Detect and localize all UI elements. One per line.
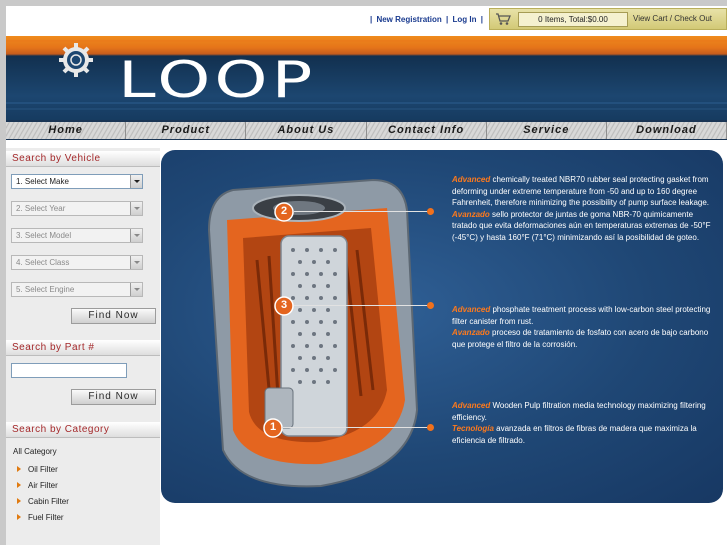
- arrow-right-icon: [17, 482, 21, 488]
- leader-dot: [427, 424, 434, 431]
- leader-dot: [427, 208, 434, 215]
- leader-line: [283, 427, 430, 428]
- highlight-term: Advanced: [452, 305, 491, 314]
- nav-about-us[interactable]: About Us: [246, 122, 367, 139]
- callout-number: 2: [280, 205, 288, 217]
- vehicle-search-heading: Search by Vehicle: [6, 151, 160, 167]
- select-engine-label: 5. Select Engine: [16, 285, 75, 294]
- chevron-down-icon[interactable]: [130, 229, 142, 242]
- highlight-term: Avanzado: [452, 209, 490, 219]
- category-oil-filter[interactable]: Oil Filter: [17, 465, 58, 474]
- highlight-term: Tecnología: [452, 424, 494, 433]
- nav-home[interactable]: Home: [6, 122, 127, 139]
- category-air-filter[interactable]: Air Filter: [17, 481, 58, 490]
- find-now-part-button[interactable]: Find Now: [71, 389, 156, 405]
- nav-contact-info[interactable]: Contact Info: [366, 122, 487, 139]
- callout-body-en: Wooden Pulp filtration media technology …: [452, 401, 706, 422]
- select-make-label: 1. Select Make: [16, 177, 69, 186]
- category-search-heading: Search by Category: [6, 422, 160, 438]
- select-make[interactable]: 1. Select Make: [11, 174, 143, 189]
- find-now-vehicle-button[interactable]: Find Now: [71, 308, 156, 324]
- highlight-term: Avanzado: [452, 328, 490, 337]
- leader-line: [294, 211, 430, 212]
- chevron-down-icon[interactable]: [130, 256, 142, 269]
- callout-text-media: Advanced Wooden Pulp filtration media te…: [452, 400, 712, 446]
- part-search-heading: Search by Part #: [6, 340, 160, 356]
- callout-body-en: phosphate treatment process with low-car…: [452, 305, 711, 326]
- arrow-right-icon: [17, 466, 21, 472]
- select-engine[interactable]: 5. Select Engine: [11, 282, 143, 297]
- part-number-input[interactable]: [11, 363, 127, 378]
- gear-logo-icon: [59, 43, 93, 77]
- select-class[interactable]: 4. Select Class: [11, 255, 143, 270]
- category-label: Air Filter: [28, 481, 58, 490]
- callout-number: 1: [269, 421, 277, 433]
- nav-product[interactable]: Product: [126, 122, 247, 139]
- chevron-down-icon[interactable]: [130, 175, 142, 188]
- select-year[interactable]: 2. Select Year: [11, 201, 143, 216]
- arrow-right-icon: [17, 498, 21, 504]
- callout-body-es: proceso de tratamiento de fosfato con ac…: [452, 328, 709, 349]
- callout-body-en: chemically treated NBR70 rubber seal pro…: [452, 175, 710, 207]
- header-banner: LOOP: [6, 36, 727, 120]
- arrow-right-icon: [17, 514, 21, 520]
- nav-service[interactable]: Service: [486, 122, 607, 139]
- callout-text-canister: Advanced phosphate treatment process wit…: [452, 304, 712, 350]
- cart-summary: 0 Items, Total:$0.00: [518, 12, 628, 27]
- callout-text-seal: Advanced chemically treated NBR70 rubber…: [452, 174, 712, 243]
- callout-body-es: sello protector de juntas de goma NBR-70…: [452, 209, 711, 242]
- select-year-label: 2. Select Year: [16, 204, 66, 213]
- sidebar: Search by Vehicle 1. Select Make 2. Sele…: [6, 148, 160, 545]
- all-category-link[interactable]: All Category: [13, 447, 57, 456]
- select-model[interactable]: 3. Select Model: [11, 228, 143, 243]
- account-links: | New Registration | Log In |: [369, 15, 483, 24]
- content-footer-space: [160, 520, 727, 545]
- leader-dot: [427, 302, 434, 309]
- highlight-term: Advanced: [452, 175, 491, 184]
- category-fuel-filter[interactable]: Fuel Filter: [17, 513, 64, 522]
- chevron-down-icon[interactable]: [130, 202, 142, 215]
- brand-logo-text[interactable]: LOOP: [118, 50, 316, 110]
- main-nav: Home Product About Us Contact Info Servi…: [6, 120, 727, 140]
- new-registration-link[interactable]: New Registration: [376, 15, 441, 24]
- cart-box: 0 Items, Total:$0.00 View Cart / Check O…: [489, 8, 727, 30]
- product-hero-image: 2 3 1 Advanced chemically treated NBR70 …: [161, 150, 723, 503]
- select-class-label: 4. Select Class: [16, 258, 70, 267]
- oil-filter-cutaway-illustration: [207, 178, 419, 488]
- highlight-term: Advanced: [452, 401, 491, 410]
- select-model-label: 3. Select Model: [16, 231, 72, 240]
- shopping-cart-icon[interactable]: [495, 12, 511, 26]
- category-label: Fuel Filter: [28, 513, 64, 522]
- view-cart-link[interactable]: View Cart / Check Out: [633, 14, 712, 23]
- chevron-down-icon[interactable]: [130, 283, 142, 296]
- category-label: Oil Filter: [28, 465, 58, 474]
- leader-line: [294, 305, 430, 306]
- category-label: Cabin Filter: [28, 497, 69, 506]
- callout-number: 3: [280, 299, 288, 311]
- nav-download[interactable]: Download: [606, 122, 727, 139]
- login-link[interactable]: Log In: [453, 15, 477, 24]
- category-cabin-filter[interactable]: Cabin Filter: [17, 497, 69, 506]
